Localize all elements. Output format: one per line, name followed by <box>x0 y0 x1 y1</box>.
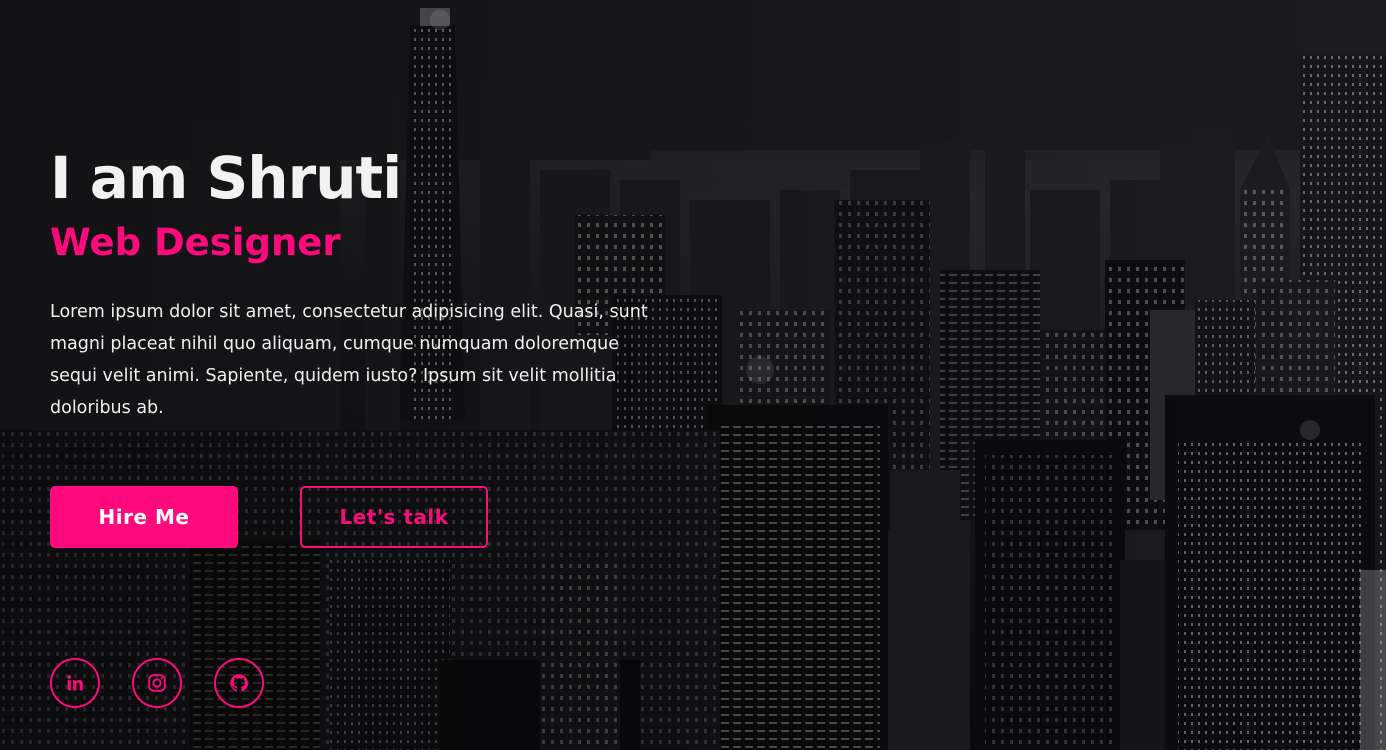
linkedin-link[interactable] <box>50 658 100 708</box>
job-title: Web Designer <box>50 221 341 264</box>
lets-talk-button[interactable]: Let's talk <box>300 486 488 548</box>
cta-buttons: Hire Me Let's talk <box>50 486 488 548</box>
hero-section: I am Shruti Web Designer Lorem ipsum dol… <box>0 0 1386 750</box>
hire-me-button[interactable]: Hire Me <box>50 486 238 548</box>
github-icon <box>230 674 249 692</box>
linkedin-icon <box>67 675 83 691</box>
instagram-link[interactable] <box>132 658 182 708</box>
page-title: I am Shruti <box>50 144 402 212</box>
intro-text: Lorem ipsum dolor sit amet, consectetur … <box>50 302 648 418</box>
github-link[interactable] <box>214 658 264 708</box>
social-links <box>50 658 264 708</box>
hero-content: I am Shruti Web Designer Lorem ipsum dol… <box>50 140 670 424</box>
instagram-icon <box>148 674 166 692</box>
